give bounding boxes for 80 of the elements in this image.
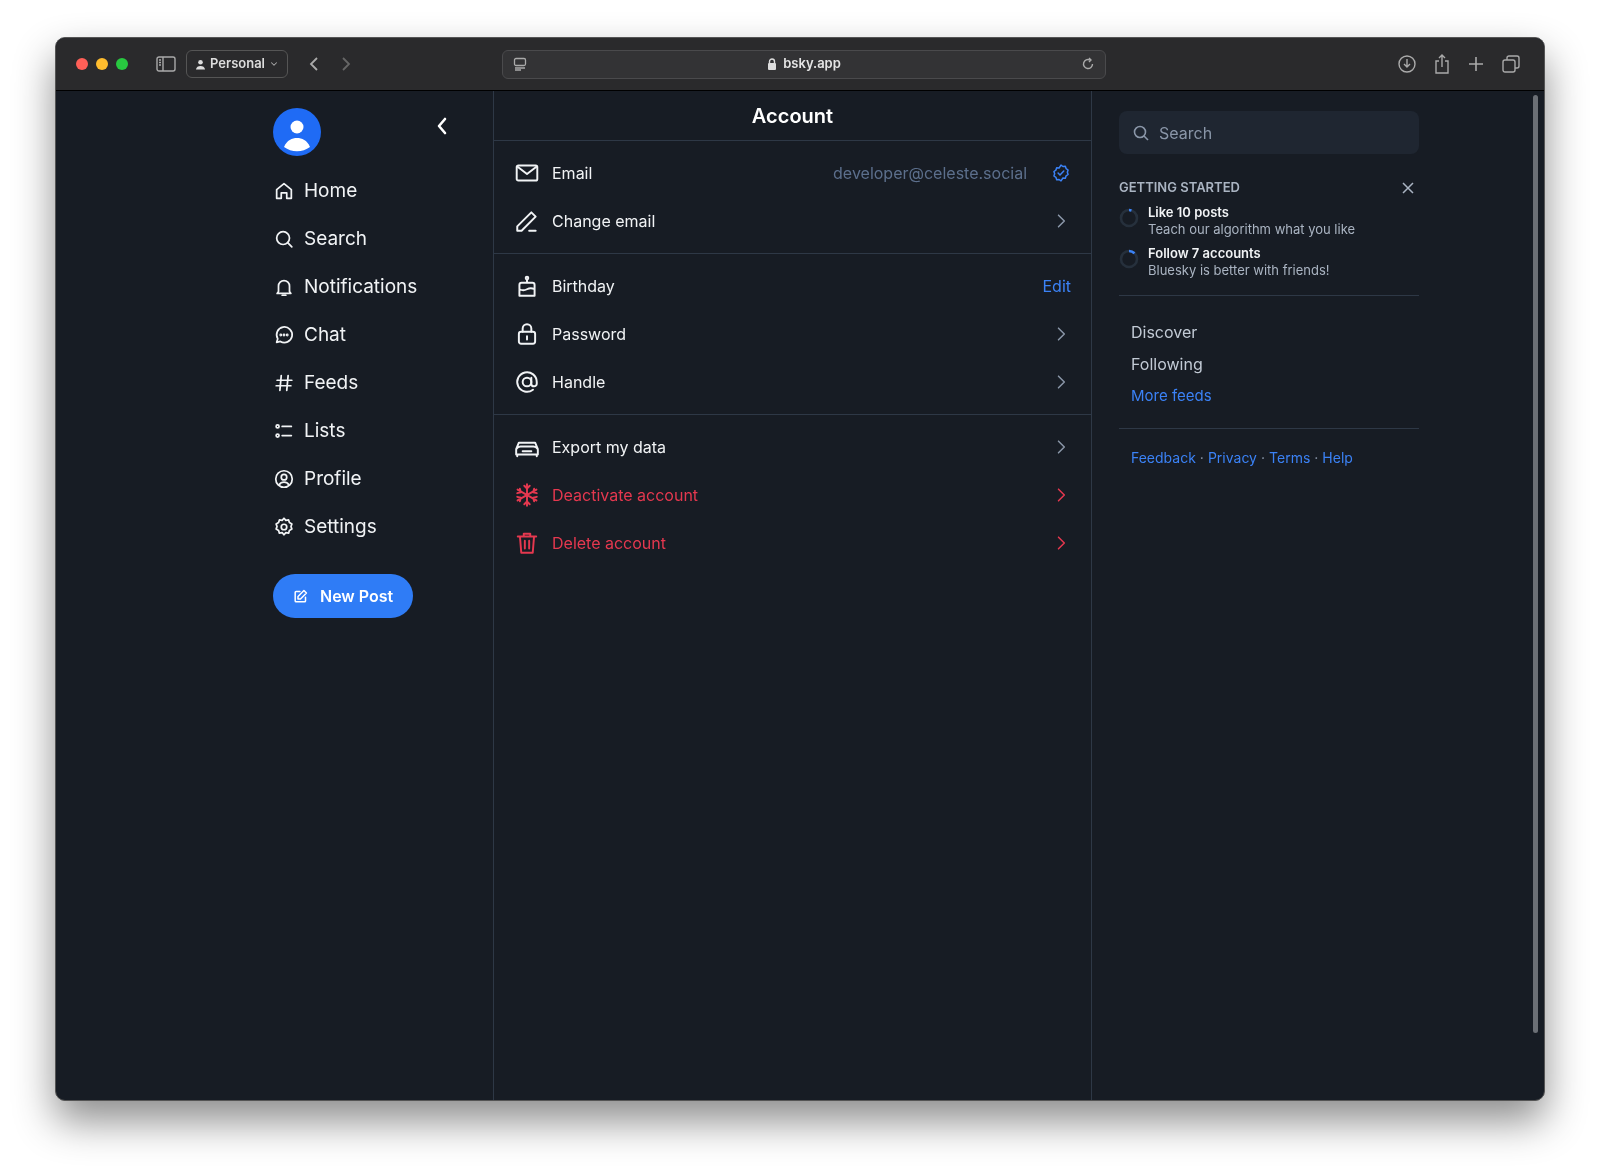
section-heading: GETTING STARTED xyxy=(1119,178,1240,197)
progress-ring xyxy=(1119,207,1139,228)
row-label: Deactivate account xyxy=(552,484,699,507)
nav-item[interactable]: Settings xyxy=(273,503,458,551)
footer-link[interactable]: Feedback xyxy=(1131,446,1196,468)
feed-link[interactable]: Following xyxy=(1131,347,1419,380)
page-menu-icon[interactable] xyxy=(513,57,527,71)
lock-icon xyxy=(767,58,778,70)
snowflake-icon xyxy=(514,482,540,508)
nav-item[interactable]: Notifications xyxy=(273,263,458,311)
search-field[interactable]: Search xyxy=(1119,111,1419,154)
profile-icon xyxy=(273,468,295,490)
dropdown-caret-icon xyxy=(269,59,279,69)
page-title: Account xyxy=(751,102,834,130)
sidebar-toggle-icon[interactable] xyxy=(156,56,176,72)
footer-link[interactable]: Help xyxy=(1322,446,1353,468)
profile-button[interactable]: Personal xyxy=(186,50,288,78)
settings-row[interactable]: Email developer@celeste.social xyxy=(494,149,1091,197)
settings-row[interactable]: Handle xyxy=(494,358,1091,406)
nav-item[interactable]: Home xyxy=(273,167,458,215)
settings-row[interactable]: Birthday Edit xyxy=(494,262,1091,310)
nav-item[interactable]: Lists xyxy=(273,407,458,455)
chat-bubble-icon xyxy=(273,324,295,346)
settings-row[interactable]: Change email xyxy=(494,197,1091,245)
home-icon xyxy=(273,180,295,202)
nav-item[interactable]: Search xyxy=(273,215,458,263)
separator-dot: · xyxy=(1313,447,1320,468)
row-label: Export my data xyxy=(552,436,667,459)
new-tab-icon[interactable] xyxy=(1468,56,1484,72)
person-icon xyxy=(195,58,206,70)
settings-row[interactable]: Delete account xyxy=(494,519,1091,567)
settings-row[interactable]: Password xyxy=(494,310,1091,358)
minimize-window-button[interactable] xyxy=(96,58,108,70)
footer-link[interactable]: Privacy xyxy=(1207,446,1257,468)
nav-item[interactable]: Chat xyxy=(273,311,458,359)
compose-icon xyxy=(293,588,308,604)
email-address: developer@celeste.social xyxy=(833,162,1027,185)
task-title: Like 10 posts xyxy=(1148,203,1230,221)
settings-row[interactable]: Export my data xyxy=(494,423,1091,471)
address-bar[interactable]: bsky.app xyxy=(502,49,1106,79)
nav-item[interactable]: Profile xyxy=(273,455,458,503)
trash-icon xyxy=(514,530,540,556)
edit-link[interactable]: Edit xyxy=(1042,274,1071,298)
nav-item[interactable]: Feeds xyxy=(273,359,458,407)
search-icon xyxy=(1133,125,1149,141)
task-subtitle: Teach our algorithm what you like xyxy=(1148,220,1356,238)
settings-icon xyxy=(273,516,295,538)
avatar[interactable] xyxy=(273,108,321,156)
progress-ring xyxy=(1119,248,1139,269)
search-icon xyxy=(273,228,295,250)
row-label: Handle xyxy=(552,371,606,394)
zoom-window-button[interactable] xyxy=(116,58,128,70)
close-icon[interactable] xyxy=(1402,181,1414,194)
scrollbar[interactable] xyxy=(1533,95,1538,1033)
separator-dot: · xyxy=(1198,447,1205,468)
row-label: Change email xyxy=(552,210,656,233)
collapse-icon[interactable] xyxy=(436,117,448,135)
task-title: Follow 7 accounts xyxy=(1148,244,1262,262)
back-icon[interactable] xyxy=(308,56,320,72)
row-label: Delete account xyxy=(552,532,666,555)
task-subtitle: Bluesky is better with friends! xyxy=(1148,261,1330,279)
row-label: Password xyxy=(552,323,627,346)
feed-link[interactable]: Discover xyxy=(1131,315,1419,348)
share-icon[interactable] xyxy=(1434,54,1450,74)
more-feeds-link[interactable]: More feeds xyxy=(1131,379,1419,414)
reload-icon[interactable] xyxy=(1081,57,1095,71)
close-window-button[interactable] xyxy=(76,58,88,70)
row-label: Email xyxy=(552,162,593,185)
tab-overview-icon[interactable] xyxy=(1502,55,1520,73)
forward-icon[interactable] xyxy=(340,56,352,72)
hash-icon xyxy=(273,372,295,394)
download-icon[interactable] xyxy=(1398,55,1416,73)
settings-row[interactable]: Deactivate account xyxy=(494,471,1091,519)
footer-link[interactable]: Terms xyxy=(1269,446,1311,468)
row-label: Birthday xyxy=(552,275,615,298)
new-post-button[interactable]: New Post xyxy=(273,574,414,618)
at-sign-icon xyxy=(514,369,540,395)
url-text: bsky.app xyxy=(783,54,841,74)
separator-dot: · xyxy=(1260,447,1267,468)
pencil-icon xyxy=(514,208,540,234)
